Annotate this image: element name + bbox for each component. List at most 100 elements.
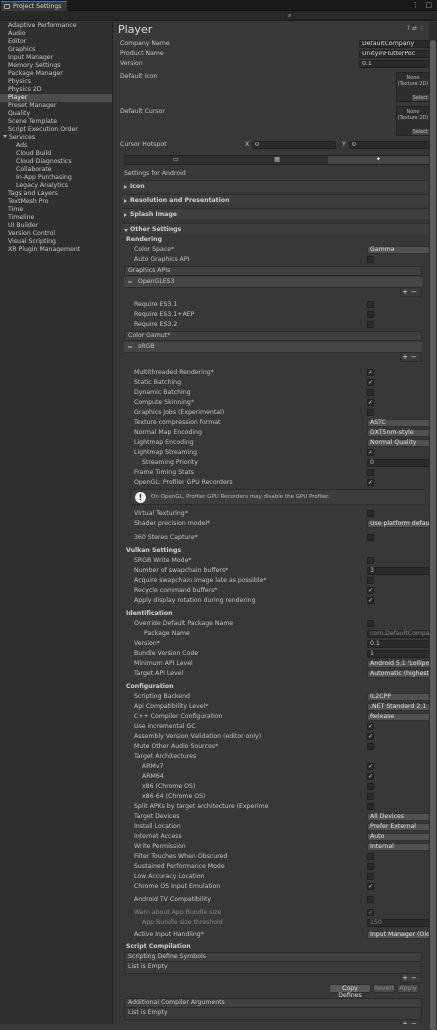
scrollbar-thumb[interactable] — [430, 40, 436, 1030]
android-tv-checkbox[interactable] — [367, 896, 374, 903]
require-es31-aep-checkbox[interactable] — [367, 311, 374, 318]
toggle-checkbox[interactable] — [367, 389, 374, 396]
sidebar-item[interactable]: Legacy Analytics — [0, 182, 112, 190]
select-button[interactable]: Select — [411, 129, 429, 135]
internet-access-dropdown[interactable]: Auto — [367, 833, 430, 841]
section-resolution[interactable]: Resolution and Presentation — [122, 194, 430, 205]
arch-checkbox[interactable]: ✓ — [367, 773, 374, 780]
window-tab[interactable]: Project Settings — [1, 1, 67, 11]
sidebar-item[interactable]: Ads — [0, 142, 112, 150]
api-compat-dropdown[interactable]: .NET Standard 2.1 — [367, 703, 430, 711]
require-es31-checkbox[interactable] — [367, 301, 374, 308]
section-splash[interactable]: Splash Image — [122, 208, 430, 219]
sidebar-item[interactable]: Memory Settings — [0, 62, 112, 70]
expand-icon[interactable] — [3, 135, 7, 138]
sidebar-item[interactable]: UI Builder — [0, 222, 112, 230]
product-name-field[interactable]: UnityInFlutterPoc — [359, 50, 430, 58]
sidebar-item[interactable]: Services — [0, 134, 112, 142]
stereo-capture-checkbox[interactable] — [367, 534, 374, 541]
normal-map-dropdown[interactable]: DXT5nm-style — [367, 429, 430, 437]
toggle-checkbox[interactable] — [367, 409, 374, 416]
install-location-dropdown[interactable]: Prefer External — [367, 823, 430, 831]
color-space-dropdown[interactable]: Gamma — [367, 246, 430, 254]
sidebar-item[interactable]: In-App Purchasing — [0, 174, 112, 182]
more-icon[interactable]: ⋮ — [419, 25, 427, 32]
require-es32-checkbox[interactable] — [367, 321, 374, 328]
low-accuracy-checkbox[interactable] — [367, 873, 374, 880]
search-input[interactable]: ⌕ — [285, 12, 435, 20]
sidebar-item[interactable]: Version Control — [0, 230, 112, 238]
arch-checkbox[interactable] — [367, 793, 374, 800]
scrollbar[interactable] — [429, 22, 437, 1030]
input-handling-dropdown[interactable]: Input Manager (Old) — [367, 931, 430, 939]
sidebar-item[interactable]: Audio — [0, 30, 112, 38]
sidebar-item[interactable]: Physics 2D — [0, 86, 112, 94]
default-cursor-slot[interactable]: None (Texture 2D) Select — [396, 106, 430, 136]
texture-compression-dropdown[interactable]: ASTC — [367, 419, 430, 427]
target-devices-dropdown[interactable]: All Devices — [367, 813, 430, 821]
auto-graphics-checkbox[interactable] — [367, 256, 374, 263]
toggle-checkbox[interactable]: ✓ — [367, 399, 374, 406]
revert-button[interactable]: Revert — [373, 984, 395, 993]
sidebar-item[interactable]: XR Plugin Management — [0, 246, 112, 254]
bundle-version-field[interactable]: 1 — [367, 650, 430, 658]
lightmap-streaming-checkbox[interactable]: ✓ — [367, 449, 374, 456]
window-menu-icon[interactable]: ⋮ □ — [412, 1, 434, 9]
copy-defines-button[interactable]: Copy Defines — [329, 984, 371, 999]
scripting-backend-dropdown[interactable]: IL2CPP — [367, 693, 430, 701]
section-other-settings[interactable]: Other Settings — [122, 223, 430, 234]
sidebar-item[interactable]: Preset Manager — [0, 102, 112, 110]
sidebar-item[interactable]: Cloud Diagnostics — [0, 158, 112, 166]
sidebar-item[interactable]: Editor — [0, 38, 112, 46]
sidebar-item[interactable]: Time — [0, 206, 112, 214]
sidebar-item[interactable]: Scene Template — [0, 118, 112, 126]
write-permission-dropdown[interactable]: Internal — [367, 843, 430, 851]
header-icons[interactable]: ?⇄⋮ — [407, 25, 427, 32]
streaming-priority-field[interactable]: 0 — [367, 459, 430, 467]
tab-android[interactable]: ✦ — [327, 156, 429, 164]
display-rotation-checkbox[interactable]: ✓ — [367, 597, 374, 604]
cpp-config-dropdown[interactable]: Release — [367, 713, 430, 721]
hotspot-y-field[interactable]: 0 — [349, 141, 430, 149]
tab-webgl[interactable]: ▦ — [226, 156, 327, 164]
frame-timing-checkbox[interactable] — [367, 469, 374, 476]
select-button[interactable]: Select — [411, 95, 429, 101]
chromeos-input-checkbox[interactable]: ✓ — [367, 883, 374, 890]
sidebar-item[interactable]: Visual Scripting — [0, 238, 112, 246]
company-name-field[interactable]: DefaultCompany — [359, 40, 430, 48]
list-item[interactable]: OpenGLES3 — [124, 277, 422, 287]
add-remove-buttons[interactable]: +− — [400, 354, 422, 362]
identification-version-field[interactable]: 0.1 — [367, 640, 430, 648]
default-icon-slot[interactable]: None (Texture 2D) Select — [396, 72, 430, 102]
sidebar-item[interactable]: Input Manager — [0, 54, 112, 62]
toggle-checkbox[interactable]: ✓ — [367, 369, 374, 376]
tab-standalone[interactable]: ▭ — [125, 156, 226, 164]
arch-checkbox[interactable]: ✓ — [367, 763, 374, 770]
section-icon[interactable]: Icon — [122, 180, 430, 191]
list-item[interactable]: sRGB — [124, 342, 422, 352]
sidebar-item[interactable]: Player — [0, 94, 112, 102]
virtual-texturing-checkbox[interactable] — [367, 510, 374, 517]
min-api-dropdown[interactable]: Android 5.1 'Lollipop' (API level 22) — [367, 660, 430, 668]
sidebar-item[interactable]: Package Manager — [0, 70, 112, 78]
warn-bundle-checkbox[interactable]: ✓ — [367, 909, 374, 916]
sidebar-item[interactable]: Timeline — [0, 214, 112, 222]
shader-precision-dropdown[interactable]: Use platform defaults for sampler precis… — [367, 520, 430, 528]
swapchain-buffers-field[interactable]: 3 — [367, 567, 430, 575]
incremental-gc-checkbox[interactable]: ✓ — [367, 723, 374, 730]
version-field[interactable]: 0.1 — [359, 60, 430, 68]
sidebar-item[interactable]: Quality — [0, 110, 112, 118]
sidebar-item[interactable]: Collaborate — [0, 166, 112, 174]
sidebar-item[interactable]: Tags and Layers — [0, 190, 112, 198]
recycle-buffers-checkbox[interactable]: ✓ — [367, 587, 374, 594]
lightmap-encoding-dropdown[interactable]: Normal Quality — [367, 439, 430, 447]
assembly-validation-checkbox[interactable]: ✓ — [367, 733, 374, 740]
sidebar-item[interactable]: Adaptive Performance — [0, 22, 112, 30]
mute-audio-checkbox[interactable] — [367, 743, 374, 750]
add-remove-buttons[interactable]: +− — [400, 975, 422, 983]
sidebar-item[interactable]: Graphics — [0, 46, 112, 54]
arch-checkbox[interactable] — [367, 783, 374, 790]
add-remove-buttons[interactable]: +− — [400, 289, 422, 297]
sustained-perf-checkbox[interactable] — [367, 863, 374, 870]
override-package-checkbox[interactable] — [367, 620, 374, 627]
